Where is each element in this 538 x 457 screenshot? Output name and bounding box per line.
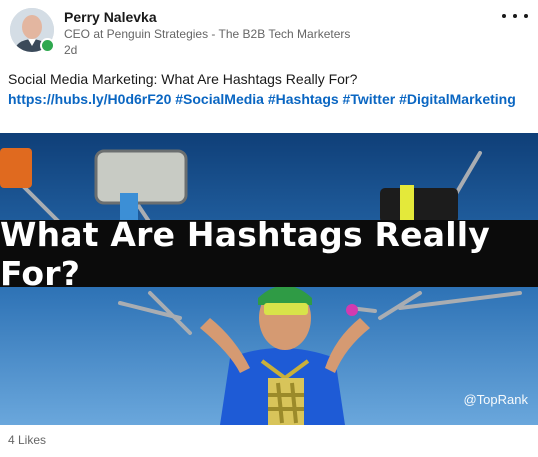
post-links: https://hubs.ly/H0d6rF20 #SocialMedia #H… [8,89,528,109]
more-options-icon[interactable] [502,8,528,24]
likes-count[interactable]: 4 Likes [8,433,46,447]
post-image[interactable]: What Are Hashtags Really For? @TopRank [0,133,538,425]
avatar[interactable] [10,8,56,54]
image-watermark: @TopRank [463,392,528,407]
feed-post: Perry Nalevka CEO at Penguin Strategies … [0,0,538,457]
online-status-icon [40,38,55,53]
post-headline: Social Media Marketing: What Are Hashtag… [8,71,358,87]
hashtag-social-media[interactable]: #SocialMedia [175,91,264,107]
hashtag-hashtags[interactable]: #Hashtags [268,91,339,107]
post-text: Social Media Marketing: What Are Hashtag… [8,69,528,109]
image-title: What Are Hashtags Really For? [0,214,490,293]
image-title-banner: What Are Hashtags Really For? [0,215,538,293]
hashtag-digital-marketing[interactable]: #DigitalMarketing [399,91,516,107]
hashtag-twitter[interactable]: #Twitter [343,91,396,107]
author-name[interactable]: Perry Nalevka [64,9,157,25]
post-link[interactable]: https://hubs.ly/H0d6rF20 [8,91,171,107]
post-timestamp: 2d [64,43,78,57]
author-headline: CEO at Penguin Strategies - The B2B Tech… [64,27,351,41]
